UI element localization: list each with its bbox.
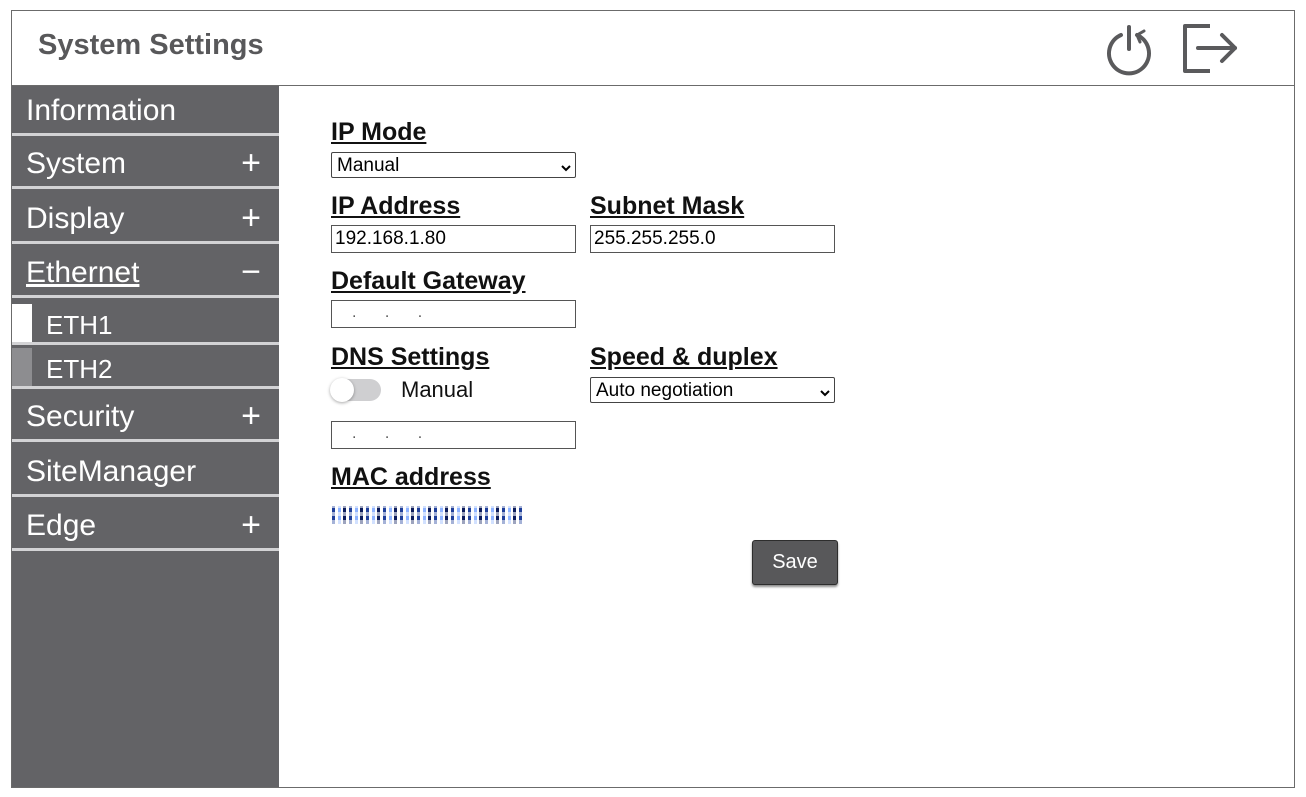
- dns-manual-toggle[interactable]: [330, 378, 381, 402]
- sidebar-item-system[interactable]: System +: [12, 139, 279, 189]
- chevron-down-icon: [561, 160, 571, 178]
- power-icon[interactable]: [1104, 21, 1154, 81]
- speed-duplex-label: Speed & duplex: [590, 343, 778, 371]
- sidebar-item-sitemanager[interactable]: SiteManager: [12, 447, 279, 497]
- ip-placeholder: . . .: [352, 425, 435, 442]
- ip-mode-select[interactable]: Manual: [331, 152, 576, 178]
- save-button[interactable]: Save: [752, 540, 838, 585]
- sidebar-item-label: Security: [26, 400, 135, 433]
- sidebar-item-ethernet[interactable]: Ethernet −: [12, 248, 279, 298]
- expand-plus-icon[interactable]: +: [241, 198, 261, 238]
- default-gateway-input[interactable]: . . .: [331, 300, 576, 328]
- sidebar-item-label: Edge: [26, 509, 97, 542]
- dns-server-input[interactable]: . . .: [331, 421, 576, 449]
- selection-marker: [12, 304, 32, 342]
- speed-duplex-select[interactable]: Auto negotiation: [590, 377, 835, 403]
- header: System Settings: [12, 11, 1294, 86]
- mac-address-label: MAC address: [331, 463, 491, 491]
- ip-mode-value: Manual: [337, 155, 400, 176]
- default-gateway-label: Default Gateway: [331, 267, 526, 295]
- dns-settings-label: DNS Settings: [331, 343, 490, 371]
- sidebar-subitem-eth1[interactable]: ETH1: [12, 304, 279, 345]
- sidebar-item-edge[interactable]: Edge +: [12, 501, 279, 551]
- ip-address-input[interactable]: [331, 225, 576, 253]
- selection-marker: [12, 348, 32, 386]
- logout-icon[interactable]: [1180, 21, 1240, 81]
- expand-plus-icon[interactable]: +: [241, 396, 261, 436]
- sidebar-item-label: Ethernet: [26, 256, 140, 289]
- sidebar-subitem-label: ETH1: [46, 310, 113, 340]
- speed-duplex-value: Auto negotiation: [596, 380, 734, 401]
- collapse-minus-icon[interactable]: −: [241, 252, 261, 292]
- sidebar-subitem-label: ETH2: [46, 354, 113, 384]
- mac-address-value-redacted: [332, 506, 522, 524]
- expand-plus-icon[interactable]: +: [241, 505, 261, 545]
- subnet-mask-label: Subnet Mask: [590, 192, 745, 220]
- sidebar-item-label: System: [26, 147, 127, 180]
- subnet-mask-input[interactable]: [590, 225, 835, 253]
- sidebar-item-label: Information: [26, 94, 177, 127]
- app-window: System Settings Information System + Dis: [11, 10, 1295, 788]
- ip-address-label: IP Address: [331, 192, 461, 220]
- toggle-knob: [330, 378, 354, 402]
- expand-plus-icon[interactable]: +: [241, 143, 261, 183]
- dns-toggle-label: Manual: [401, 377, 474, 402]
- sidebar-item-display[interactable]: Display +: [12, 194, 279, 244]
- page-title: System Settings: [38, 29, 264, 61]
- ip-mode-label: IP Mode: [331, 118, 427, 146]
- sidebar-subitem-eth2[interactable]: ETH2: [12, 348, 279, 389]
- sidebar: Information System + Display + Ethernet …: [12, 86, 279, 787]
- ip-placeholder: . . .: [352, 304, 435, 321]
- chevron-down-icon: [820, 385, 830, 403]
- sidebar-item-label: Display: [26, 202, 125, 235]
- sidebar-item-label: SiteManager: [26, 455, 197, 488]
- sidebar-item-information[interactable]: Information: [12, 86, 279, 136]
- sidebar-item-security[interactable]: Security +: [12, 392, 279, 442]
- main-content: IP Mode Manual IP Address Subnet Mask De…: [279, 86, 1294, 787]
